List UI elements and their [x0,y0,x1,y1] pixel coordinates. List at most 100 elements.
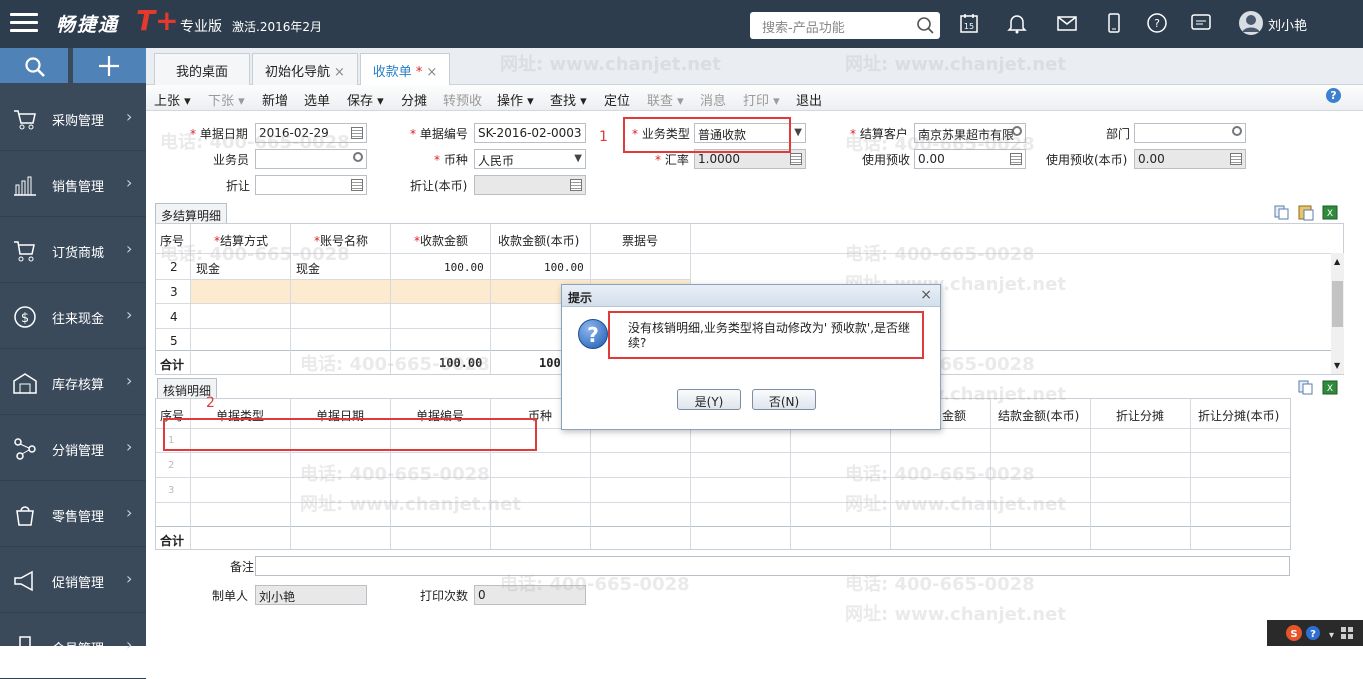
salesman-field[interactable] [255,149,367,169]
table-cell[interactable]: 现金 [196,260,220,277]
mobile-icon[interactable] [1103,12,1125,34]
use-prepay-field[interactable]: 0.00 [914,149,1026,169]
chevron-down-icon[interactable]: ▼ [794,127,802,138]
sidebar-item-inventory[interactable]: 库存核算 › [0,349,146,415]
copy-icon[interactable] [1274,205,1289,220]
sidebar-item-label: 促销管理 [52,576,105,591]
scrollbar[interactable]: ▲ ▼ [1331,253,1344,374]
no-button[interactable]: 否(N) [752,389,816,410]
table-cell: 2 [170,260,178,274]
menu-icon[interactable] [10,13,38,35]
select-doc-button[interactable]: 选单 [304,90,330,109]
operate-button[interactable]: 操作 ▾ [497,90,534,109]
chevron-down-icon[interactable]: ▼ [574,153,582,164]
tab-init-guide[interactable]: 初始化导航 × [252,53,358,85]
remark-label: 备注 [230,560,255,574]
prev-button[interactable]: 上张 ▾ [154,90,191,109]
tab-receipt[interactable]: 收款单 * × [360,53,450,85]
settle-detail-tab[interactable]: 多结算明细 [155,203,228,223]
help-icon[interactable]: ? [1326,88,1341,103]
print-button[interactable]: 打印 ▾ [743,90,780,109]
next-button[interactable]: 下张 ▾ [208,90,245,109]
col-header[interactable]: 票据号 [622,232,658,249]
linked-query-button[interactable]: 联查 ▾ [647,90,684,109]
sidebar-item-distribution[interactable]: 分销管理 › [0,415,146,481]
col-header[interactable]: 折让分摊(本币) [1198,407,1279,424]
close-icon[interactable]: × [426,65,437,80]
discount-local-field[interactable] [474,175,586,195]
save-button[interactable]: 保存 ▾ [347,90,384,109]
help-icon[interactable]: ? [1306,626,1320,640]
bell-icon[interactable] [1006,12,1028,34]
plus-icon [99,56,119,76]
search-icon[interactable] [916,16,934,34]
dept-field[interactable] [1134,123,1246,143]
chat-icon[interactable] [1190,12,1212,34]
grid-icon[interactable] [1341,627,1353,639]
copy-icon[interactable] [1298,380,1313,395]
col-header[interactable]: *账号名称 [314,232,368,249]
calculator-icon[interactable] [1230,153,1242,165]
sidebar-item-retail[interactable]: 零售管理 › [0,481,146,547]
chevron-down-icon[interactable]: ▾ [1329,630,1334,641]
exit-button[interactable]: 退出 [796,90,822,109]
calculator-icon[interactable] [790,153,802,165]
user-name[interactable]: 刘小艳 [1268,15,1307,34]
close-icon[interactable]: × [334,65,345,80]
col-header[interactable]: 金额 [942,407,966,424]
excel-icon[interactable]: X [1322,380,1338,395]
paste-icon[interactable] [1298,205,1314,221]
doc-date-field[interactable]: 2016-02-29 [255,123,367,143]
col-header[interactable]: *结算方式 [214,232,268,249]
close-icon[interactable]: × [920,287,932,303]
excel-icon[interactable]: X [1322,205,1338,220]
search-icon[interactable] [353,152,363,162]
col-header[interactable]: 收款金额(本币) [498,232,579,249]
calculator-icon[interactable] [351,179,363,191]
calculator-icon[interactable] [1010,153,1022,165]
yes-button[interactable]: 是(Y) [677,389,741,410]
scroll-up-icon[interactable]: ▲ [1334,257,1340,266]
sidebar-item-order-mall[interactable]: 订货商城 › [0,217,146,283]
sidebar-item-promotion[interactable]: 促销管理 › [0,547,146,613]
table-cell[interactable]: 100.00 [444,261,484,274]
find-button[interactable]: 查找 ▾ [550,90,587,109]
discount-field[interactable] [255,175,367,195]
sidebar-search-button[interactable] [0,48,68,83]
sidebar-item-purchase[interactable]: 采购管理 › [0,85,146,151]
table-cell[interactable]: 100.00 [544,261,584,274]
total-label: 合计 [160,534,185,548]
remark-field[interactable] [255,556,1290,576]
calendar-icon[interactable]: 15 [958,12,980,34]
search-icon[interactable] [1012,126,1022,136]
sidebar-item-cash[interactable]: $ 往来现金 › [0,283,146,349]
col-header[interactable]: 序号 [160,232,184,249]
calculator-icon[interactable] [570,179,582,191]
sidebar-add-button[interactable] [73,48,146,83]
message-button[interactable]: 消息 [700,90,726,109]
split-button[interactable]: 分摊 [401,90,427,109]
locate-button[interactable]: 定位 [604,90,630,109]
mail-icon[interactable] [1056,12,1078,34]
currency-select[interactable]: 人民币 ▼ [474,149,586,169]
tab-my-desktop[interactable]: 我的桌面 [154,53,250,85]
calendar-icon[interactable] [351,127,363,139]
sogou-icon[interactable]: S [1286,625,1302,641]
table-cell[interactable]: 现金 [296,260,320,277]
col-header[interactable]: 结款金额(本币) [998,407,1079,424]
search-input[interactable]: 搜索-产品功能 [750,12,940,39]
col-header[interactable]: *收款金额 [414,232,468,249]
sidebar-item-sales[interactable]: 销售管理 › [0,151,146,217]
col-header[interactable]: 折让分摊 [1116,407,1164,424]
scroll-thumb[interactable] [1332,281,1343,327]
add-button[interactable]: 新增 [262,90,288,109]
to-prepay-button[interactable]: 转预收 [443,90,482,109]
search-icon[interactable] [1232,126,1242,136]
sidebar-item-member[interactable]: 会员管理 › [0,613,146,679]
avatar[interactable] [1238,10,1264,36]
customer-field[interactable]: 南京苏果超市有限 [914,123,1026,143]
doc-no-field[interactable]: SK-2016-02-0003 [474,123,586,143]
help-icon[interactable]: ? [1146,12,1168,34]
scroll-down-icon[interactable]: ▼ [1334,361,1340,370]
use-prepay-local-field[interactable]: 0.00 [1134,149,1246,169]
